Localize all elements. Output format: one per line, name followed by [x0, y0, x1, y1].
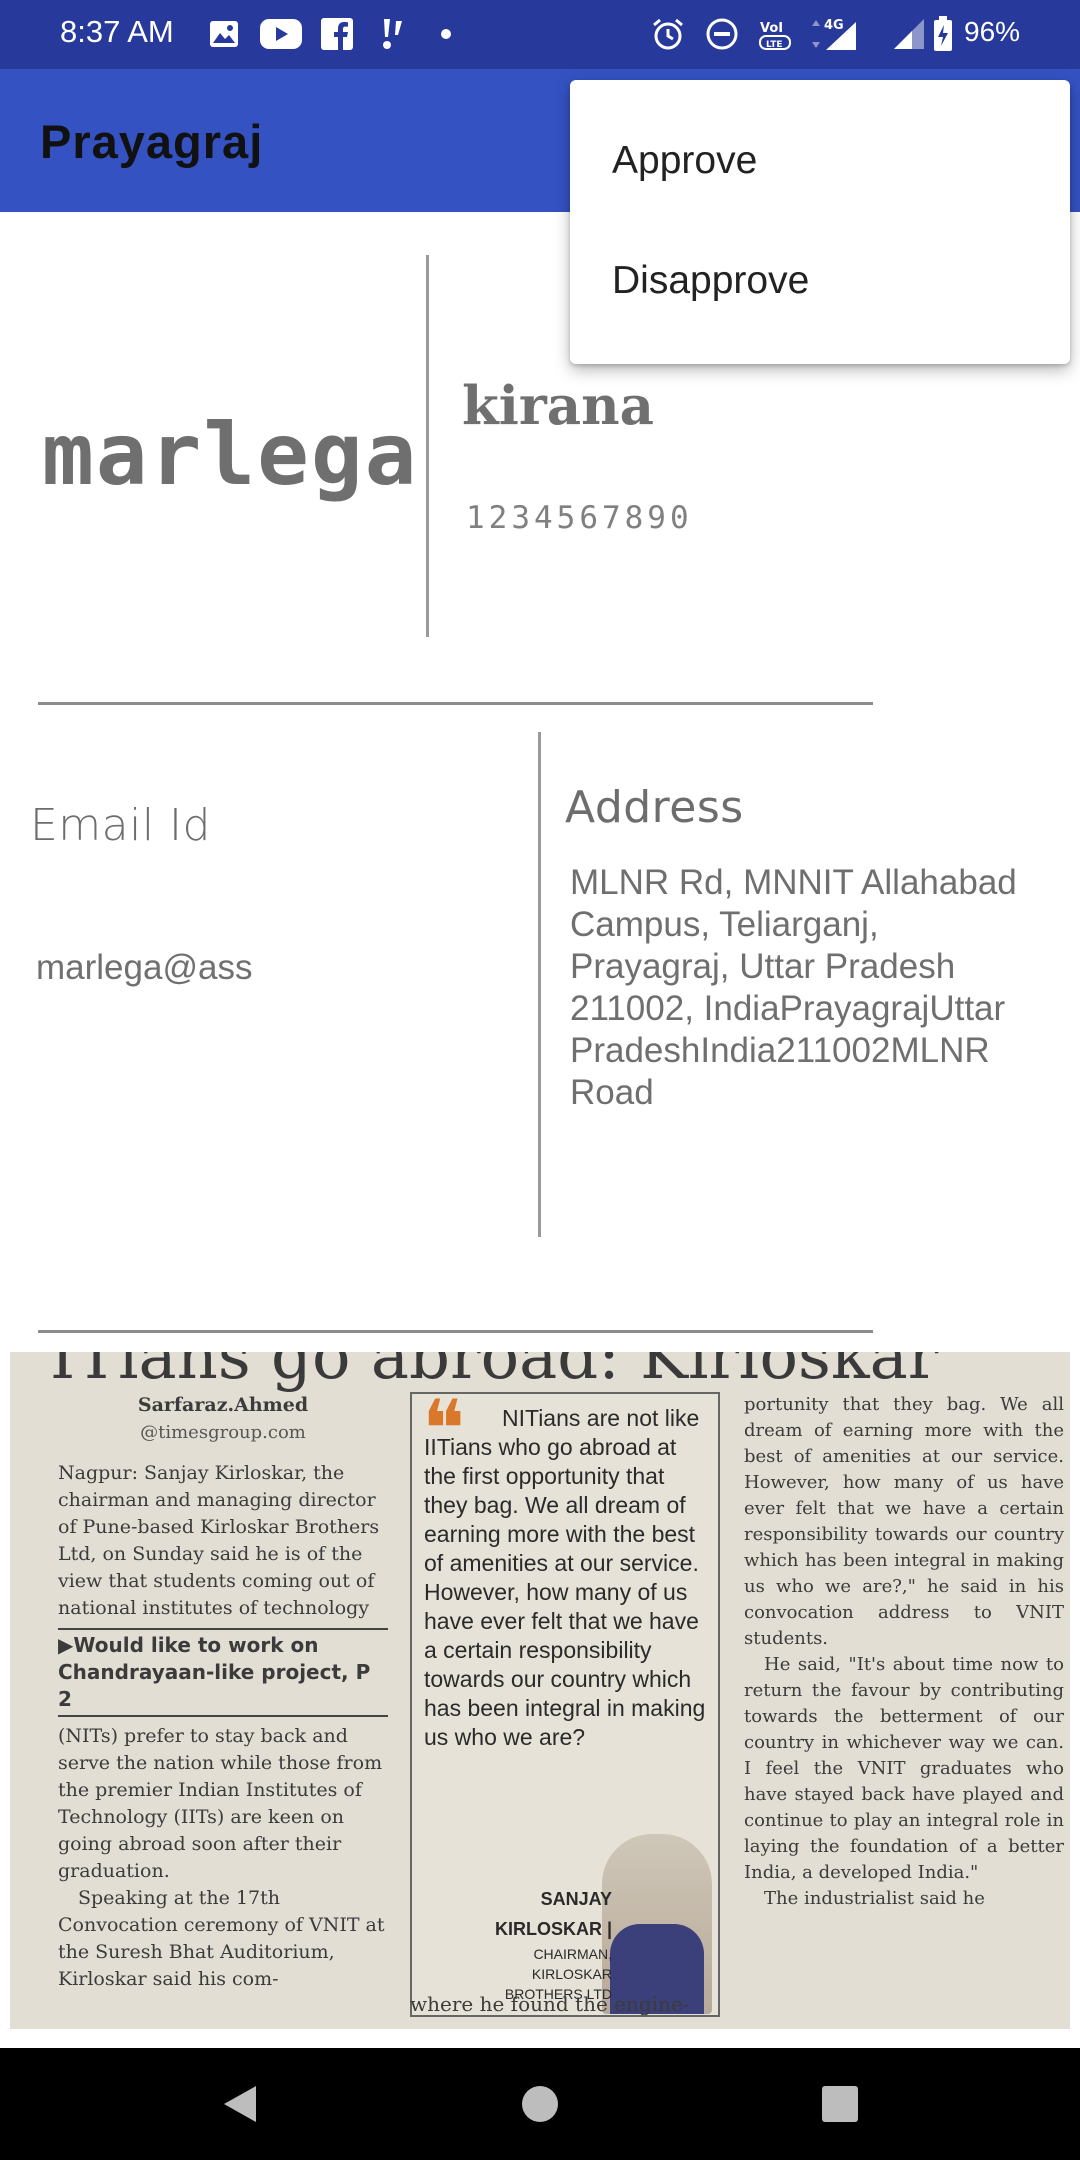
volte-icon: VoI LTE: [756, 16, 796, 52]
photos-icon: [208, 16, 240, 52]
do-not-disturb-icon: [704, 16, 740, 52]
owner-name: marlega: [42, 405, 419, 505]
battery-percent: 96%: [964, 16, 1021, 47]
facebook-icon: [320, 16, 354, 52]
horizontal-divider: [38, 702, 873, 705]
clipping-teaser: ▶Would like to work on Chandrayaan-like …: [58, 1628, 388, 1717]
address-value: MLNR Rd, MNNIT Allahabad Campus, Teliarg…: [570, 863, 1017, 1112]
battery-charging-icon: [932, 16, 954, 52]
signal-icon: 4G: [808, 16, 864, 52]
notification-icon: [376, 16, 410, 52]
svg-text:VoI: VoI: [760, 21, 783, 36]
clipping-byline-email: @timesgroup.com: [140, 1422, 306, 1443]
shop-document-image: ITians go abroad: Kirloskar Sarfaraz.Ahm…: [10, 1352, 1070, 2029]
app-bar-title: Prayagraj: [40, 115, 264, 168]
home-icon: [522, 2086, 558, 2122]
clipping-paragraph: (NITs) prefer to stay back and serve the…: [58, 1725, 383, 1882]
recents-icon: [822, 2086, 858, 2122]
vertical-divider: [538, 732, 541, 1237]
back-icon: [224, 2086, 256, 2122]
shop-name: kirana: [462, 375, 654, 437]
clipping-headline: ITians go abroad: Kirloskar: [50, 1352, 939, 1394]
email-value: marlega@ass: [36, 948, 253, 987]
network-type-label: 4G: [824, 18, 844, 33]
dot-icon: [438, 16, 454, 52]
svg-text:LTE: LTE: [766, 40, 783, 50]
email-label: Email Id: [30, 800, 211, 851]
portrait-photo: [602, 1834, 712, 2014]
home-button[interactable]: [470, 2048, 610, 2160]
clipping-paragraph: He said, "It's about time now to return …: [744, 1654, 1064, 1883]
clipping-attribution: SANJAY KIRLOSKAR | CHAIRMAN, KIRLOSKAR B…: [482, 1884, 612, 2004]
address-label: Address: [565, 782, 744, 833]
navigation-bar: [0, 2048, 1080, 2160]
clipping-left-column: Sarfaraz.Ahmed @timesgroup.com Nagpur: S…: [58, 1392, 388, 1993]
clipping-paragraph: Speaking at the 17th Convocation ceremon…: [58, 1887, 385, 1990]
clipping-paragraph: The industrialist said he: [764, 1888, 985, 1909]
status-bar: 8:37 AM VoI LTE 4G 96%: [0, 0, 1080, 69]
horizontal-divider: [38, 1330, 873, 1333]
back-button[interactable]: [170, 2048, 310, 2160]
screen: 8:37 AM VoI LTE 4G 96% Prayagraj Approve…: [0, 0, 1080, 2160]
clipping-bottom-text: where he found the engine-: [410, 1992, 690, 2016]
clipping-paragraph: Nagpur: Sanjay Kirloskar, the chairman a…: [58, 1462, 380, 1619]
disapprove-menu-item[interactable]: Disapprove: [570, 220, 1070, 342]
recents-button[interactable]: [770, 2048, 910, 2160]
vertical-divider: [426, 255, 429, 637]
status-time: 8:37 AM: [60, 14, 174, 49]
attribution-name: SANJAY KIRLOSKAR |: [494, 1889, 612, 1939]
clipping-right-column: portunity that they bag. We all dream of…: [744, 1392, 1064, 1912]
signal-weak-icon: [892, 16, 926, 52]
clipping-paragraph: portunity that they bag. We all dream of…: [744, 1394, 1064, 1649]
clipping-quote: NITians are not like IITians who go abro…: [424, 1405, 706, 1750]
clipping-byline: Sarfaraz.Ahmed: [137, 1394, 309, 1416]
clipping-quote-box: ❝ NITians are not like IITians who go ab…: [410, 1390, 720, 2017]
phone-number: 1234567890: [466, 500, 693, 536]
alarm-icon: [650, 16, 686, 52]
approve-menu-item[interactable]: Approve: [570, 100, 1070, 222]
overflow-popup-menu: Approve Disapprove: [570, 80, 1070, 364]
youtube-icon: [258, 16, 304, 52]
